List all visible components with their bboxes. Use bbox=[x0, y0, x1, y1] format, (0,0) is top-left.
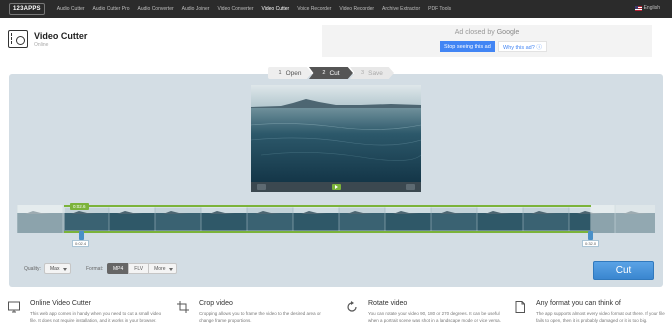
trim-handle-start[interactable] bbox=[79, 231, 84, 240]
format-more-dropdown[interactable]: More bbox=[148, 263, 177, 274]
nav-pdf-tools[interactable]: PDF Tools bbox=[424, 6, 455, 12]
nav-video-converter[interactable]: Video Converter bbox=[213, 6, 257, 12]
steps-breadcrumb: 1 Open 2 Cut 3 Save bbox=[268, 67, 394, 79]
video-frame bbox=[251, 85, 421, 182]
quality-label: Quality: bbox=[24, 266, 41, 272]
rotate-icon bbox=[347, 301, 357, 312]
features-section: Online Video Cutter This web app comes i… bbox=[0, 297, 672, 333]
step-cut[interactable]: 2 Cut bbox=[309, 67, 353, 79]
video-cutter-icon bbox=[8, 30, 28, 48]
ad-container: Ad closed by Google Stop seeing this ad … bbox=[322, 25, 652, 57]
us-flag-icon bbox=[634, 5, 642, 11]
format-flv-button[interactable]: FLV bbox=[128, 263, 150, 274]
ad-closed-text: Ad closed by Google bbox=[454, 29, 520, 36]
stop-seeing-ad-button[interactable]: Stop seeing this ad bbox=[440, 41, 495, 52]
timeline-selection[interactable] bbox=[64, 205, 591, 233]
language-label: English bbox=[643, 5, 660, 11]
play-button[interactable] bbox=[332, 184, 341, 190]
file-format-icon bbox=[515, 301, 525, 313]
start-time-label[interactable]: 0:02.4 bbox=[72, 240, 90, 247]
step-save: 3 Save bbox=[350, 67, 394, 79]
globe-screen-icon bbox=[8, 301, 20, 313]
crop-icon bbox=[177, 301, 189, 313]
format-mp4-button[interactable]: MP4 bbox=[107, 263, 130, 274]
trim-handle-end[interactable] bbox=[588, 231, 593, 240]
top-navigation-bar: 123APPS Audio Cutter Audio Cutter Pro Au… bbox=[0, 0, 672, 18]
nav-archive-extractor[interactable]: Archive Extractor bbox=[378, 6, 424, 12]
chevron-down-icon bbox=[63, 268, 67, 271]
logo[interactable]: 123APPS bbox=[9, 3, 45, 15]
nav-audio-converter[interactable]: Audio Converter bbox=[134, 6, 178, 12]
swap-icon[interactable] bbox=[257, 184, 266, 190]
chevron-down-icon bbox=[168, 268, 173, 271]
nav-video-cutter[interactable]: Video Cutter bbox=[258, 6, 294, 12]
nav-voice-recorder[interactable]: Voice Recorder bbox=[293, 6, 335, 12]
video-player[interactable] bbox=[251, 85, 421, 192]
google-logo: Google bbox=[496, 29, 520, 36]
app-nav: Audio Cutter Audio Cutter Pro Audio Conv… bbox=[53, 6, 455, 12]
page-title: Video Cutter bbox=[34, 30, 88, 41]
nav-audio-joiner[interactable]: Audio Joiner bbox=[178, 6, 214, 12]
settings-icon[interactable] bbox=[406, 184, 415, 190]
video-controls bbox=[251, 182, 421, 192]
nav-audio-cutter-pro[interactable]: Audio Cutter Pro bbox=[89, 6, 134, 12]
why-this-ad-button[interactable]: Why this ad? ⓘ bbox=[498, 41, 547, 52]
trim-shade-right bbox=[591, 205, 655, 233]
nav-audio-cutter[interactable]: Audio Cutter bbox=[53, 6, 89, 12]
step-open[interactable]: 1 Open bbox=[268, 67, 312, 79]
nav-video-recorder[interactable]: Video Recorder bbox=[335, 6, 378, 12]
selection-duration-badge: 0:02.6 bbox=[70, 203, 89, 210]
app-header: Video Cutter Online bbox=[8, 30, 87, 48]
trim-shade-left bbox=[17, 205, 64, 233]
format-label: Format: bbox=[86, 266, 104, 272]
format-selector: MP4 FLV More bbox=[107, 263, 177, 274]
quality-select[interactable]: Max bbox=[44, 263, 71, 274]
language-selector[interactable]: English bbox=[634, 5, 660, 11]
end-time-label[interactable]: 0:32.0 bbox=[582, 240, 600, 247]
page-subtitle: Online bbox=[34, 41, 49, 48]
cut-button[interactable]: Cut bbox=[593, 261, 654, 280]
